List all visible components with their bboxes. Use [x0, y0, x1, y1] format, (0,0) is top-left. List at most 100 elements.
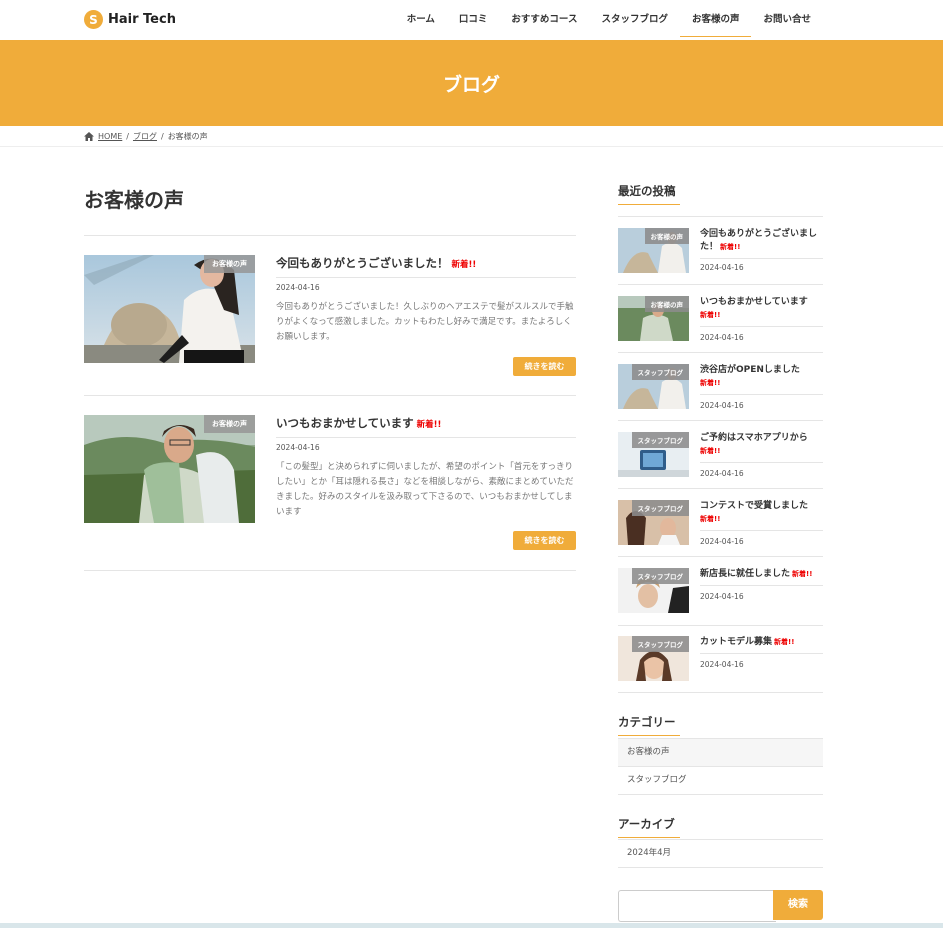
recent-post-title-text: 新店長に就任しました: [700, 569, 791, 579]
heading-underline: [618, 837, 680, 838]
divider: [84, 395, 576, 396]
post-thumbnail[interactable]: お客様の声: [84, 255, 255, 363]
recent-post-title-text: いつもおまかせしています: [700, 297, 808, 307]
breadcrumb-current: お客様の声: [167, 132, 208, 141]
recent-post-title[interactable]: 渋谷店がOPENしました 新着!!: [700, 364, 823, 395]
divider: [618, 556, 823, 557]
recent-post-date: 2024-04-16: [700, 263, 744, 272]
divider: [618, 352, 823, 353]
search-form: 検索: [618, 890, 823, 922]
post-title-text: いつもおまかせしています: [276, 416, 414, 430]
nav-item-courses[interactable]: おすすめコース: [499, 0, 589, 40]
nav-item-customer-voices[interactable]: お客様の声: [679, 0, 752, 40]
category-link[interactable]: お客様の声: [618, 738, 823, 767]
recent-post-title-text: 渋谷店がOPENしました: [700, 365, 800, 375]
divider: [618, 216, 823, 217]
site-logo[interactable]: S Hair Tech: [84, 10, 176, 29]
heading-underline: [618, 204, 680, 205]
new-badge: 新着!!: [451, 260, 477, 270]
recent-post-thumbnail[interactable]: スタッフブログ: [618, 500, 689, 545]
recent-post-thumbnail[interactable]: お客様の声: [618, 228, 689, 273]
category-badge: お客様の声: [644, 228, 689, 244]
logo-text: Hair Tech: [108, 12, 176, 27]
bottom-strip: [0, 923, 943, 928]
category-badge: スタッフブログ: [631, 568, 689, 584]
divider: [618, 488, 823, 489]
divider: [618, 284, 823, 285]
recent-post-thumbnail[interactable]: スタッフブログ: [618, 364, 689, 409]
divider: [618, 420, 823, 421]
recent-post-title-text: コンテストで受賞しました: [700, 501, 809, 511]
search-input[interactable]: [618, 890, 776, 922]
new-badge: 新着!!: [700, 379, 721, 387]
post-date: 2024-04-16: [276, 443, 320, 452]
post-item: お客様の声 いつもおまかせしています 新着!! 2024-04-16 「この髪型」…: [84, 415, 576, 570]
category-badge: お客様の声: [204, 255, 255, 273]
new-badge: 新着!!: [792, 570, 813, 578]
breadcrumb-separator: /: [160, 132, 164, 141]
recent-post-date: 2024-04-16: [700, 333, 744, 342]
category-badge: スタッフブログ: [631, 432, 689, 448]
recent-posts-heading: 最近の投稿: [618, 183, 823, 205]
recent-post-title[interactable]: いつもおまかせしています 新着!!: [700, 296, 823, 327]
recent-post-date: 2024-04-16: [700, 660, 744, 669]
nav-item-home[interactable]: ホーム: [395, 0, 447, 40]
breadcrumb-blog[interactable]: ブログ: [133, 131, 157, 142]
recent-post-title-text: ご予約はスマホアプリから: [700, 433, 808, 443]
logo-mark-icon: S: [84, 10, 103, 29]
recent-post-thumbnail[interactable]: スタッフブログ: [618, 636, 689, 681]
recent-post-title[interactable]: コンテストで受賞しました 新着!!: [700, 500, 823, 531]
recent-post-thumbnail[interactable]: スタッフブログ: [618, 568, 689, 613]
category-link[interactable]: スタッフブログ: [618, 767, 823, 795]
read-more-button[interactable]: 続きを読む: [513, 531, 576, 550]
recent-post-title[interactable]: ご予約はスマホアプリから 新着!!: [700, 432, 823, 463]
recent-post-title-text: カットモデル募集: [700, 637, 773, 647]
category-badge: スタッフブログ: [631, 500, 689, 516]
nav-item-staff-blog[interactable]: スタッフブログ: [589, 0, 680, 40]
home-icon: [84, 132, 94, 141]
new-badge: 新着!!: [416, 420, 442, 430]
read-more-button[interactable]: 続きを読む: [513, 357, 576, 376]
new-badge: 新着!!: [720, 243, 741, 251]
recent-post-title[interactable]: 今回もありがとうございました！ 新着!!: [700, 228, 823, 259]
post-thumbnail[interactable]: お客様の声: [84, 415, 255, 523]
categories-heading: カテゴリー: [618, 714, 823, 736]
main-nav: ホーム 口コミ おすすめコース スタッフブログ お客様の声 お問い合せ: [395, 0, 823, 40]
new-badge: 新着!!: [700, 311, 721, 319]
page-banner: ブログ: [0, 40, 943, 126]
divider: [84, 235, 576, 236]
category-badge: お客様の声: [204, 415, 255, 433]
new-badge: 新着!!: [700, 447, 721, 455]
recent-post-thumbnail[interactable]: スタッフブログ: [618, 432, 689, 477]
divider: [0, 146, 943, 147]
site-header: S Hair Tech ホーム 口コミ おすすめコース スタッフブログ お客様の…: [0, 0, 943, 40]
category-badge: スタッフブログ: [631, 364, 689, 380]
search-button[interactable]: 検索: [773, 890, 823, 920]
category-badge: スタッフブログ: [631, 636, 689, 652]
nav-item-contact[interactable]: お問い合せ: [751, 0, 823, 40]
archive-link[interactable]: 2024年4月: [618, 840, 823, 868]
breadcrumb-home[interactable]: HOME: [98, 132, 122, 141]
page-title: お客様の声: [84, 188, 184, 212]
post-title[interactable]: いつもおまかせしています 新着!!: [276, 415, 576, 438]
post-title[interactable]: 今回もありがとうございました！ 新着!!: [276, 255, 576, 278]
post-item: お客様の声 今回もありがとうございました！ 新着!! 2024-04-16 今回も…: [84, 255, 576, 395]
new-badge: 新着!!: [774, 638, 795, 646]
recent-post-title[interactable]: カットモデル募集 新着!!: [700, 636, 823, 654]
heading-underline: [618, 735, 680, 736]
recent-post-date: 2024-04-16: [700, 537, 744, 546]
archive-heading-text: アーカイブ: [618, 817, 675, 831]
recent-posts-heading-text: 最近の投稿: [618, 184, 676, 198]
recent-post-title[interactable]: 新店長に就任しました 新着!!: [700, 568, 823, 586]
post-excerpt: 「この髪型」と決められずに伺いましたが、希望のポイント「首元をすっきりしたい」と…: [276, 462, 574, 517]
post-title-text: 今回もありがとうございました！: [276, 256, 449, 270]
recent-post-date: 2024-04-16: [700, 401, 744, 410]
new-badge: 新着!!: [700, 515, 721, 523]
divider: [84, 570, 576, 571]
nav-item-reviews[interactable]: 口コミ: [447, 0, 500, 40]
archive-heading: アーカイブ: [618, 816, 823, 838]
post-date: 2024-04-16: [276, 283, 320, 292]
recent-post-thumbnail[interactable]: お客様の声: [618, 296, 689, 341]
recent-post-date: 2024-04-16: [700, 469, 744, 478]
recent-post-date: 2024-04-16: [700, 592, 744, 601]
